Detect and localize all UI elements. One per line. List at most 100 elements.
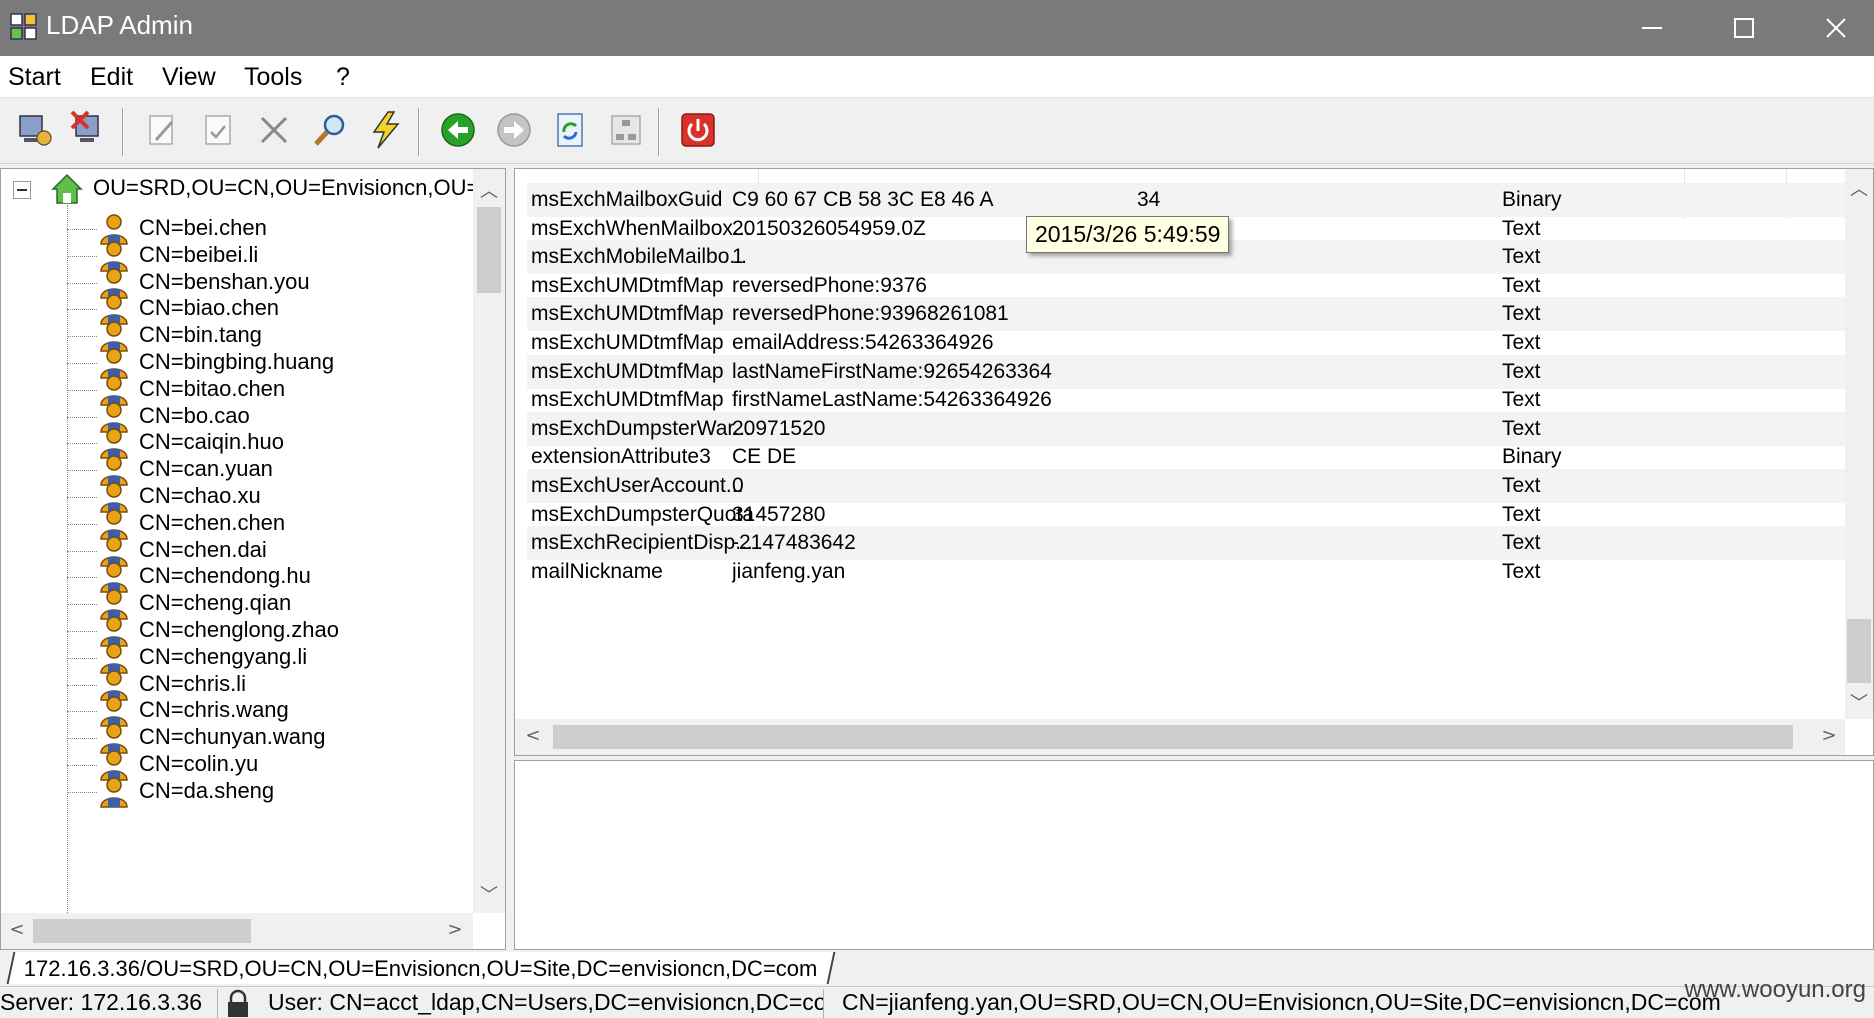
- tree-connector-line: [67, 604, 97, 606]
- tree-node-label: CN=chen.chen: [139, 509, 286, 535]
- attribute-value: emailAddress:54263364926: [732, 331, 994, 354]
- tree-node-label: CN=chendong.hu: [139, 563, 311, 589]
- path-tab[interactable]: 172.16.3.36/OU=SRD,OU=CN,OU=Envisioncn,O…: [6, 952, 835, 984]
- menu-help[interactable]: ?: [336, 63, 350, 92]
- ldap-admin-logo-icon: [10, 13, 37, 40]
- attribute-value: firstNameLastName:54263364926: [732, 388, 1052, 412]
- tree-connector-line: [67, 497, 97, 498]
- scroll-left-arrow-icon[interactable]: <: [3, 919, 31, 940]
- tree-horizontal-scrollbar[interactable]: < >: [1, 913, 473, 949]
- scroll-right-arrow-icon[interactable]: >: [1815, 725, 1843, 746]
- attribute-value: 20971520: [732, 416, 826, 440]
- tree-connector-line: [67, 765, 97, 766]
- close-button[interactable]: [1790, 0, 1874, 56]
- tree-node-label: CN=chris.wang: [139, 697, 289, 723]
- attribute-type: Text: [1502, 559, 1541, 583]
- tree-node-label: CN=chunyan.wang: [139, 724, 326, 750]
- tree-connector-line: [67, 255, 97, 257]
- path-tab-label: 172.16.3.36/OU=SRD,OU=CN,OU=Envisioncn,O…: [23, 956, 818, 981]
- tree-vertical-scrollbar[interactable]: ︿ ﹀: [473, 169, 505, 913]
- refresh-icon[interactable]: [550, 110, 590, 150]
- attribute-value: reversedPhone:93968261081: [732, 302, 1009, 326]
- collapse-toggle-icon[interactable]: [13, 181, 31, 199]
- disconnect-icon[interactable]: [70, 110, 110, 150]
- directory-tree-pane: OU=SRD,OU=CN,OU=Envisioncn,OU=Site,DC=en…: [0, 168, 506, 950]
- tree-vscroll-thumb[interactable]: [477, 207, 501, 293]
- tree-node-label: CN=da.sheng: [139, 777, 275, 803]
- detail-pane: [514, 760, 1874, 950]
- tree-node-label: CN=benshan.you: [139, 268, 310, 294]
- edit-entry-icon[interactable]: [142, 110, 182, 150]
- forward-arrow-icon[interactable]: [494, 110, 534, 150]
- schema-icon[interactable]: [606, 110, 646, 150]
- path-tab-bar: 172.16.3.36/OU=SRD,OU=CN,OU=Envisioncn,O…: [0, 950, 1874, 986]
- tree-connector-line: [67, 229, 97, 230]
- attribute-name: extensionAttribute3: [531, 445, 711, 469]
- lightning-icon[interactable]: [366, 110, 406, 150]
- attribute-row[interactable]: mailNickname jianfeng.yan Text: [527, 555, 1857, 589]
- tree-node-label: CN=colin.yu: [139, 751, 259, 776]
- attribute-vertical-scrollbar[interactable]: ︿ ﹀: [1845, 169, 1873, 719]
- tree-hscroll-thumb[interactable]: [33, 919, 251, 943]
- status-bar: Server: 172.16.3.36 User: CN=acct_ldap,C…: [0, 986, 1874, 1018]
- scroll-right-arrow-icon[interactable]: >: [441, 919, 469, 940]
- close-icon: [1826, 18, 1846, 38]
- attribute-value: -2147483642: [732, 531, 856, 555]
- properties-icon[interactable]: [198, 110, 238, 150]
- minimize-icon: [1642, 27, 1662, 29]
- title-bar: LDAP Admin: [0, 0, 1874, 56]
- status-server: Server: 172.16.3.36: [0, 989, 218, 1018]
- menu-edit[interactable]: Edit: [90, 63, 133, 92]
- menu-view[interactable]: View: [162, 63, 216, 92]
- tree-connector-line: [67, 523, 97, 525]
- attribute-name: msExchUserAccount...: [531, 474, 744, 497]
- lock-icon: [222, 989, 264, 1018]
- attribute-name: msExchUMDtmfMap: [531, 359, 724, 383]
- tree-node-label: CN=bin.tang: [139, 322, 262, 348]
- scroll-down-arrow-icon[interactable]: ﹀: [475, 881, 503, 907]
- attribute-type: Text: [1502, 416, 1541, 440]
- attribute-name: mailNickname: [531, 559, 663, 583]
- attribute-name: msExchMobileMailbo...: [531, 245, 747, 269]
- delete-icon[interactable]: [254, 110, 294, 150]
- minimize-button[interactable]: [1606, 0, 1698, 56]
- attribute-horizontal-scrollbar[interactable]: < >: [515, 719, 1845, 755]
- tree-connector-line: [67, 738, 97, 740]
- menu-tools[interactable]: Tools: [244, 63, 302, 92]
- toolbar-separator: [658, 108, 660, 156]
- scroll-up-arrow-icon[interactable]: ︿: [475, 177, 503, 203]
- menu-start[interactable]: Start: [8, 63, 61, 92]
- tree-node[interactable]: CN=da.sheng: [67, 776, 467, 808]
- connect-icon[interactable]: [14, 110, 54, 150]
- search-icon[interactable]: [310, 110, 350, 150]
- tree-connector-line: [67, 711, 97, 713]
- attribute-type: Binary: [1502, 445, 1562, 469]
- toolbar: [0, 98, 1874, 164]
- tree-connector-line: [67, 416, 97, 418]
- attribute-type: Text: [1502, 531, 1541, 555]
- tree-connector-line: [67, 657, 97, 659]
- scroll-up-arrow-icon[interactable]: ︿: [1845, 175, 1873, 201]
- attribute-vscroll-thumb[interactable]: [1847, 619, 1871, 683]
- exit-power-icon[interactable]: [678, 110, 718, 150]
- maximize-icon: [1734, 18, 1754, 38]
- attribute-type: Text: [1502, 331, 1541, 354]
- attribute-value-tail: 34: [1137, 188, 1161, 211]
- tree-root-label: OU=SRD,OU=CN,OU=Envisioncn,OU=Site,DC=en…: [93, 175, 473, 200]
- attribute-hscroll-thumb[interactable]: [553, 725, 1793, 749]
- attribute-name: msExchDumpsterWar...: [531, 416, 751, 440]
- attribute-name: msExchRecipientDisp...: [531, 531, 753, 555]
- tree-node-label: CN=bei.chen: [139, 215, 267, 240]
- scroll-down-arrow-icon[interactable]: ﹀: [1845, 689, 1873, 715]
- tree-node-label: CN=chen.dai: [139, 536, 267, 562]
- window-title: LDAP Admin: [46, 10, 193, 40]
- tree-connector-line: [67, 631, 97, 632]
- watermark: www.wooyun.org: [1684, 976, 1866, 1003]
- attribute-value: 31457280: [732, 502, 826, 526]
- back-arrow-icon[interactable]: [438, 110, 478, 150]
- tree-node-label: CN=bo.cao: [139, 402, 250, 428]
- attribute-type: Text: [1502, 216, 1541, 240]
- scroll-left-arrow-icon[interactable]: <: [519, 725, 547, 746]
- tree-node-label: CN=chris.li: [139, 670, 246, 696]
- maximize-button[interactable]: [1698, 0, 1790, 56]
